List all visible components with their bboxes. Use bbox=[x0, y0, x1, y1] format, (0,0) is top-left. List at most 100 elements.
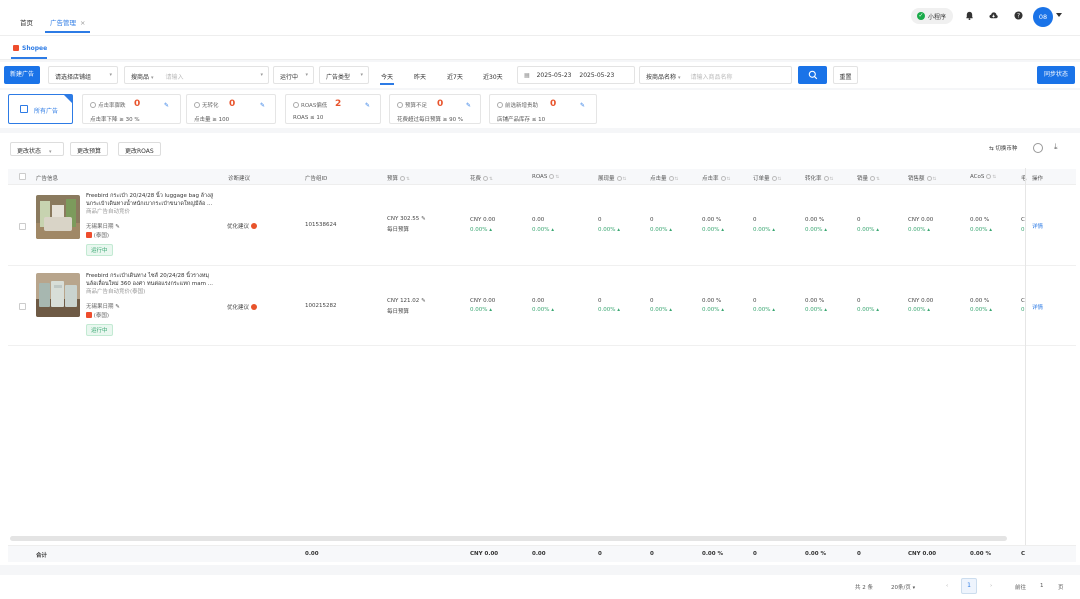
shop-name-text: 无锡果日期 bbox=[86, 224, 114, 230]
col-revenue[interactable]: 销售额 ⇅ bbox=[908, 174, 936, 182]
platform-tab-shopee[interactable]: Shopee bbox=[13, 45, 47, 52]
change-roas-button[interactable]: 更改ROAS bbox=[118, 142, 161, 156]
change-budget-button[interactable]: 更改预算 bbox=[70, 142, 109, 156]
edit-icon[interactable]: ✎ bbox=[421, 216, 426, 222]
page-size-select[interactable]: 20条/页 ▾ bbox=[891, 583, 915, 591]
edit-icon[interactable]: ✎ bbox=[421, 298, 426, 304]
card-inventory[interactable]: 前选新增贵助 0 ✎ 店铺产品库存 ≤ 10 bbox=[489, 94, 597, 124]
status-select[interactable]: 运行中 ▾ bbox=[273, 66, 314, 84]
mini-program-button[interactable]: ✓ 小程序 bbox=[911, 8, 953, 24]
product-name-select[interactable]: 按商品名称 bbox=[646, 74, 676, 81]
col-roas[interactable]: ROAS ⇅ bbox=[532, 174, 559, 180]
active-tab-indicator bbox=[45, 31, 90, 33]
change-value: 0.00% bbox=[857, 227, 875, 233]
cloud-download-icon[interactable] bbox=[989, 11, 998, 20]
edit-icon[interactable]: ✎ bbox=[580, 102, 585, 109]
card-ctr-drop[interactable]: 点击率骤跌 0 ✎ 点击率下降 ≥ 30 % bbox=[82, 94, 181, 124]
chevron-down-icon: ▾ bbox=[678, 75, 681, 81]
card-title: 无转化 bbox=[194, 101, 219, 109]
table-totals: 合计 0.00 CNY 0.00 0.00 0 0 0.00 % 0 0.00 … bbox=[8, 545, 1076, 562]
date-tab-30days[interactable]: 近30天 bbox=[483, 72, 503, 81]
download-icon[interactable]: ⤓ bbox=[1054, 142, 1058, 152]
product-name[interactable]: Freebird กระเป๋า 20/24/28 นิ้ว luggage b… bbox=[86, 192, 226, 216]
alert-icon bbox=[251, 304, 258, 310]
avatar[interactable]: 08 bbox=[1033, 7, 1053, 27]
prev-page-icon[interactable]: ‹ bbox=[946, 583, 948, 589]
product-title-line1: Freebird กระเป๋าเดินทาง ไซส์ 20/24/28 นิ… bbox=[86, 273, 210, 279]
col-clicks[interactable]: 点击量 ⇅ bbox=[650, 174, 678, 182]
sync-status-button[interactable]: 同步状态 bbox=[1037, 66, 1075, 84]
next-page-icon[interactable]: › bbox=[990, 583, 992, 589]
col-orders[interactable]: 订单量 ⇅ bbox=[753, 174, 781, 182]
settings-icon[interactable] bbox=[1033, 143, 1043, 153]
goto-input[interactable]: 1 bbox=[1040, 583, 1044, 589]
product-name-input[interactable]: 请输入商品名称 bbox=[690, 74, 732, 81]
edit-icon[interactable]: ✎ bbox=[365, 102, 370, 109]
clicks: 0 bbox=[650, 298, 654, 304]
row-checkbox[interactable] bbox=[19, 303, 26, 310]
tab-home[interactable]: 首页 bbox=[20, 17, 33, 27]
ad-type-select[interactable]: 广告类型 ▾ bbox=[319, 66, 369, 84]
orders: 0 bbox=[753, 298, 757, 304]
card-no-conversion[interactable]: 无转化 0 ✎ 点击量 ≥ 100 bbox=[186, 94, 276, 124]
col-spend[interactable]: 花费 ⇅ bbox=[470, 174, 493, 182]
horizontal-scrollbar[interactable] bbox=[10, 536, 1007, 541]
help-icon bbox=[400, 176, 406, 181]
col-acos[interactable]: ACoS ⇅ bbox=[970, 174, 996, 180]
product-name[interactable]: Freebird กระเป๋าเดินทาง ไซส์ 20/24/28 นิ… bbox=[86, 272, 226, 296]
shop-name: 无锡果日期 ✎ bbox=[86, 222, 120, 230]
edit-icon[interactable]: ✎ bbox=[466, 102, 471, 109]
search-input[interactable]: 请输入 bbox=[165, 74, 183, 81]
date-tab-yesterday[interactable]: 昨天 bbox=[414, 72, 426, 81]
col-ctr[interactable]: 点击率 ⇅ bbox=[702, 174, 730, 182]
search-type-select[interactable]: 搜商品 bbox=[131, 74, 149, 81]
card-budget-low[interactable]: 预算不足 0 ✎ 花费超过每日预算 ≥ 90 % bbox=[389, 94, 481, 124]
diagnosis[interactable]: 优化建议 bbox=[227, 222, 258, 230]
col-cvr[interactable]: 转化率 ⇅ bbox=[805, 174, 833, 182]
col-sales[interactable]: 销量 ⇅ bbox=[857, 174, 880, 182]
switch-currency-button[interactable]: ⇆ 切换币种 bbox=[989, 144, 1017, 152]
edit-icon[interactable]: ✎ bbox=[260, 102, 265, 109]
edit-icon[interactable]: ✎ bbox=[115, 224, 120, 230]
change-value: 0.00% bbox=[753, 227, 771, 233]
card-sub: 点击量 ≥ 100 bbox=[194, 117, 230, 123]
card-all-ads[interactable]: 所有广告 bbox=[8, 94, 73, 124]
help-icon bbox=[720, 176, 726, 181]
bell-icon[interactable] bbox=[965, 11, 974, 20]
col-impressions[interactable]: 展现量 ⇅ bbox=[598, 174, 626, 182]
page-1-button[interactable]: 1 bbox=[961, 578, 977, 594]
chevron-down-icon[interactable] bbox=[1056, 13, 1062, 17]
date-tab-7days[interactable]: 近7天 bbox=[447, 72, 463, 81]
details-link[interactable]: 详情 bbox=[1032, 303, 1043, 311]
reset-button[interactable]: 重置 bbox=[833, 66, 858, 84]
product-name-search[interactable]: 按商品名称 ▾ 请输入商品名称 bbox=[639, 66, 792, 84]
change-status-button[interactable]: 更改状态 ▾ bbox=[10, 142, 64, 156]
date-tab-today[interactable]: 今天 bbox=[379, 72, 395, 85]
shop-group-value: 请选择店铺组 bbox=[55, 74, 92, 81]
product-thumbnail[interactable] bbox=[36, 195, 80, 239]
search-button[interactable] bbox=[798, 66, 827, 84]
new-ad-button[interactable]: 新建广告 bbox=[4, 66, 40, 84]
select-all-checkbox[interactable] bbox=[19, 173, 26, 180]
search-input-group[interactable]: 搜商品 ▾ 请输入 ▾ bbox=[124, 66, 269, 84]
date-range-picker[interactable]: ▦ 2025-05-23 2025-05-23 bbox=[517, 66, 635, 84]
check-icon: ✓ bbox=[917, 12, 925, 20]
help-icon bbox=[986, 174, 992, 179]
total-sales: 0 bbox=[857, 551, 861, 557]
edit-icon[interactable]: ✎ bbox=[115, 304, 120, 310]
edit-icon[interactable]: ✎ bbox=[164, 102, 169, 109]
col-budget[interactable]: 预算 ⇅ bbox=[387, 174, 410, 182]
row-checkbox[interactable] bbox=[19, 223, 26, 230]
diagnosis[interactable]: 优化建议 bbox=[227, 303, 258, 311]
product-thumbnail[interactable] bbox=[36, 273, 80, 317]
trend-icon: ▴ bbox=[876, 307, 879, 313]
table-row: Freebird กระเป๋าเดินทาง ไซส์ 20/24/28 นิ… bbox=[8, 266, 1076, 346]
close-icon[interactable]: × bbox=[80, 19, 85, 27]
shop-group-select[interactable]: 请选择店铺组 ▾ bbox=[48, 66, 118, 84]
card-roas-low[interactable]: ROAS偏低 2 ✎ ROAS ≤ 10 bbox=[285, 94, 381, 124]
help-icon[interactable]: ? bbox=[1014, 11, 1023, 20]
avatar-text: 08 bbox=[1038, 13, 1048, 21]
reset-label: 重置 bbox=[839, 74, 852, 81]
details-link[interactable]: 详情 bbox=[1032, 222, 1043, 230]
tab-ad-management[interactable]: 广告管理 × bbox=[50, 17, 85, 27]
